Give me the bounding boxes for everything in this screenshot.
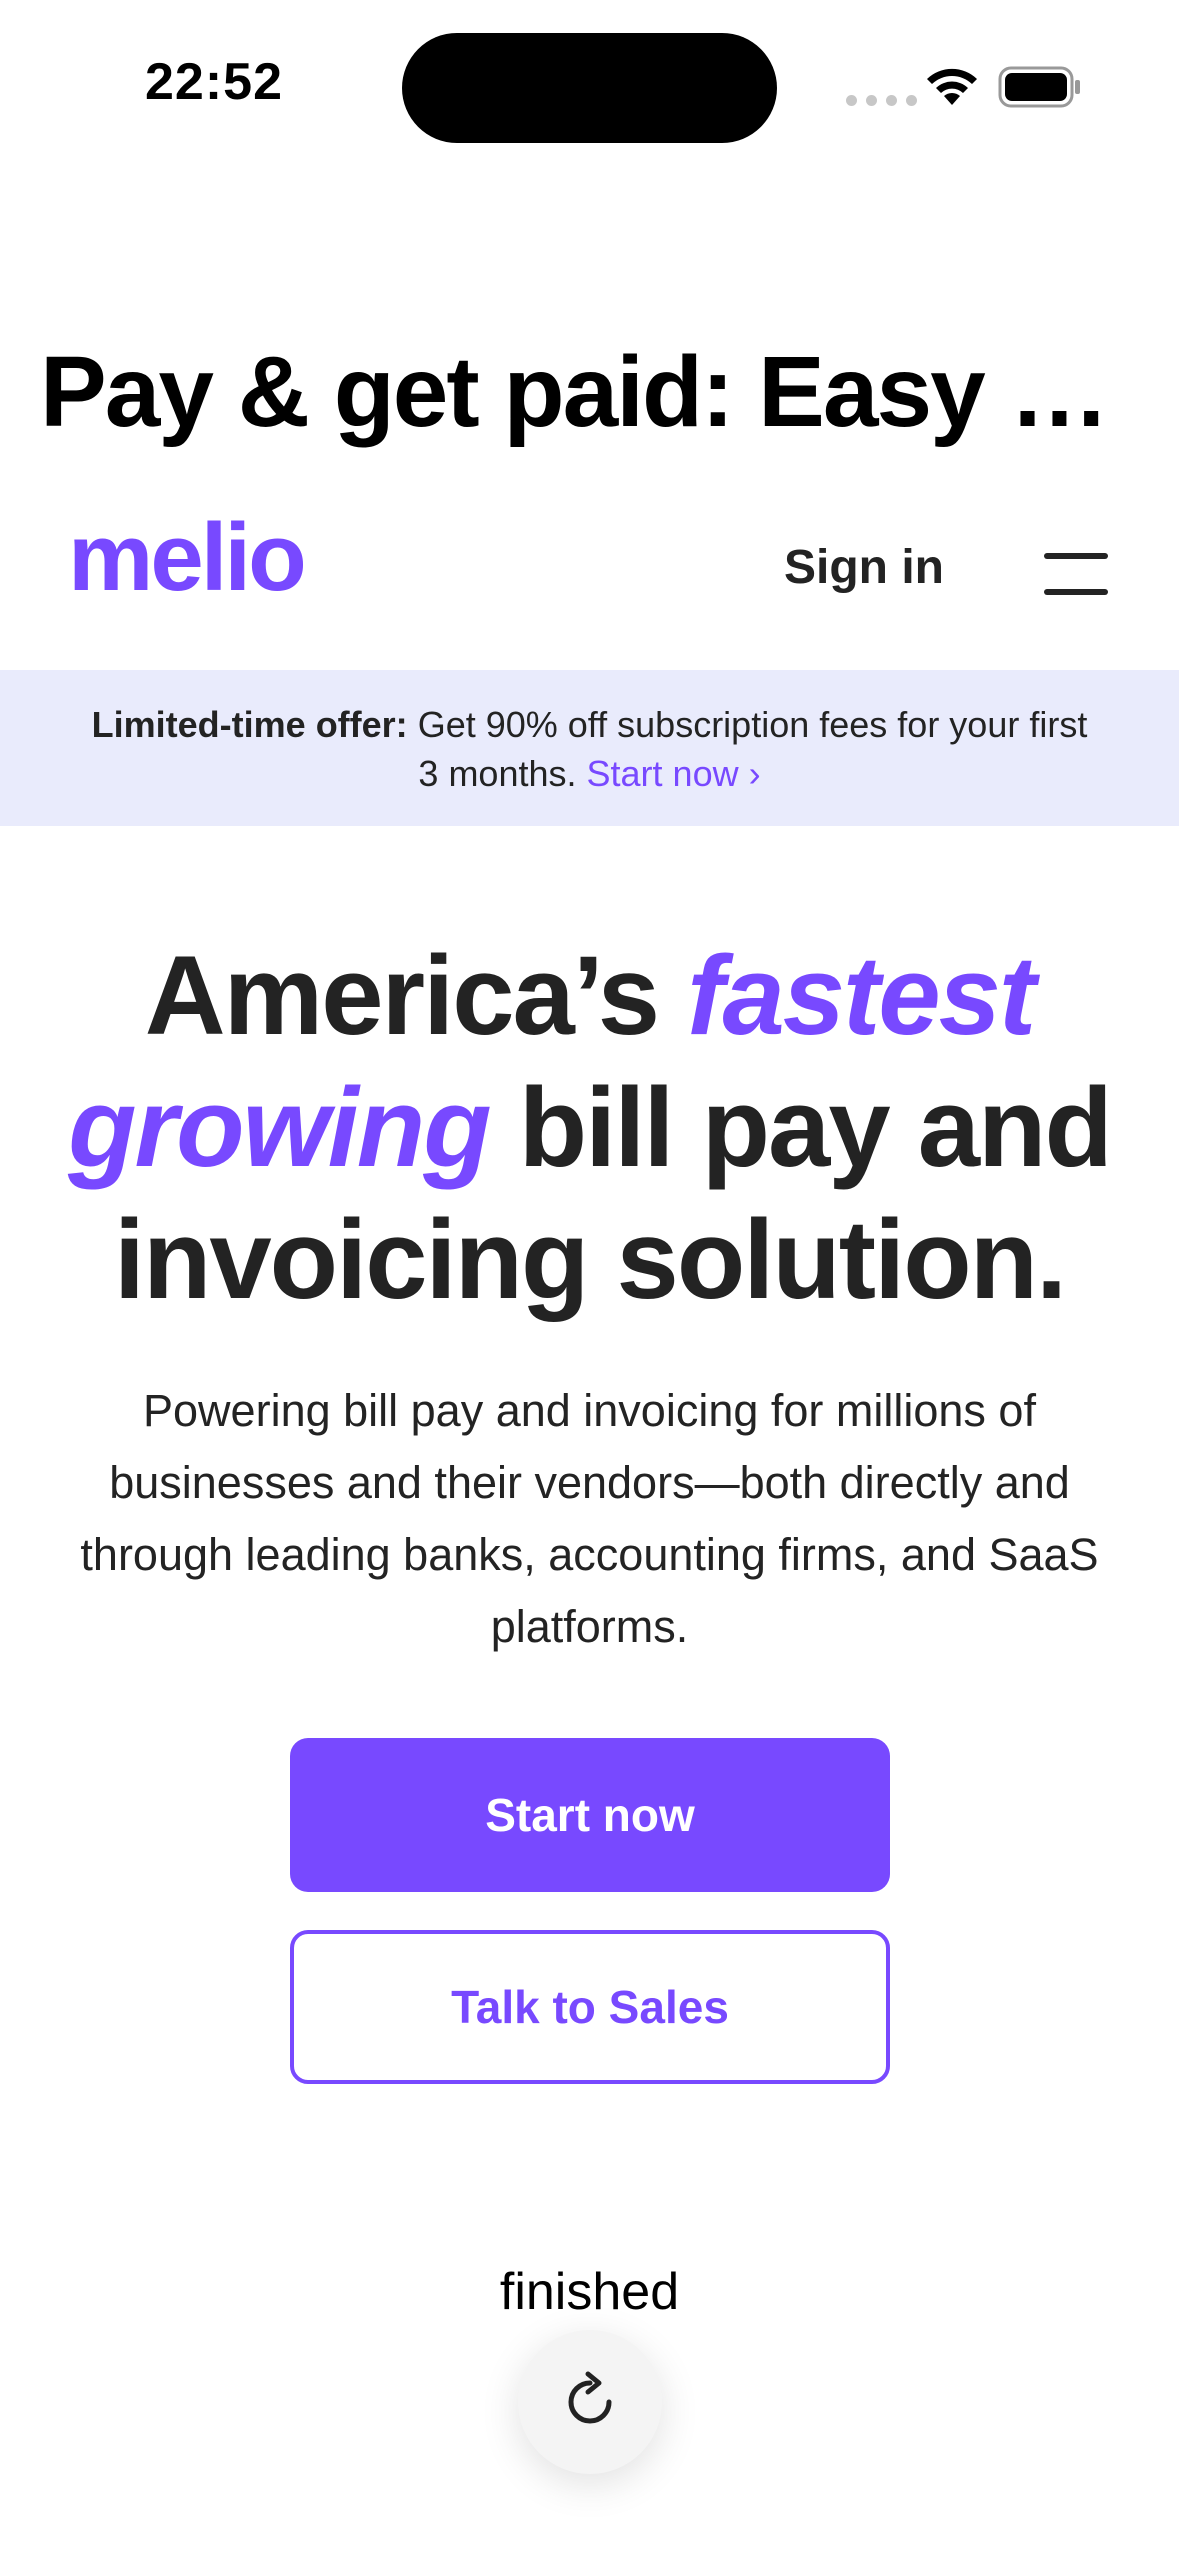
wifi-icon [927, 68, 977, 105]
promo-bold-label: Limited-time offer: [91, 704, 408, 745]
melio-logo[interactable]: melio [68, 510, 307, 606]
page: 22:52 Pay & get paid: Easy b... melio Si… [0, 0, 1179, 2556]
status-text: finished [499, 2263, 680, 2321]
dynamic-island [402, 33, 777, 143]
cellular-signal-icon [846, 95, 917, 106]
hamburger-icon[interactable] [1044, 553, 1108, 595]
logo-text: melio [68, 504, 307, 611]
talk-to-sales-button[interactable]: Talk to Sales [290, 1930, 890, 2084]
reload-button[interactable] [518, 2330, 662, 2474]
promo-banner: Limited-time offer: Get 90% off subscrip… [0, 670, 1179, 826]
hero-subtext: Powering bill pay and invoicing for mill… [80, 1385, 1099, 1652]
sign-in-link[interactable]: Sign in [784, 540, 944, 595]
page-title: Pay & get paid: Easy b... [40, 336, 1139, 448]
promo-start-now-link[interactable]: Start now › [587, 753, 761, 794]
start-now-button[interactable]: Start now [290, 1738, 890, 1892]
hero-heading: America’s fastest growing bill pay and i… [40, 930, 1139, 1326]
battery-icon [998, 66, 1080, 108]
hero-heading-pre: America’s [144, 933, 688, 1058]
reload-icon [568, 2371, 612, 2424]
status-time: 22:52 [145, 53, 283, 111]
